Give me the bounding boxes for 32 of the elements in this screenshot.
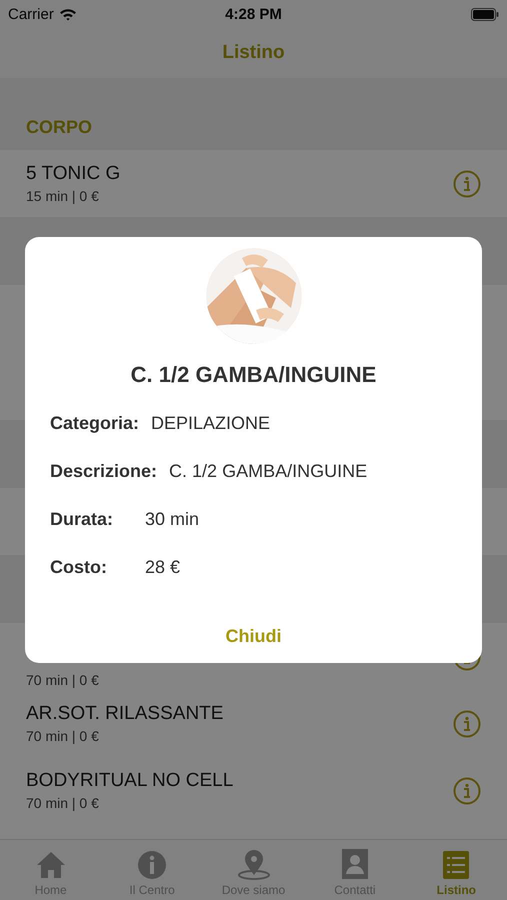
service-details: 15 min | 0 € xyxy=(26,188,100,204)
info-icon[interactable] xyxy=(453,170,481,198)
map-pin-icon xyxy=(236,850,271,880)
info-icon xyxy=(137,850,168,880)
field-label: Descrizione: xyxy=(50,461,158,482)
service-name: AR.SOT. RILASSANTE xyxy=(26,703,224,725)
field-label: Categoria: xyxy=(50,413,140,434)
close-button[interactable]: Chiudi xyxy=(218,624,290,649)
field-label: Durata: xyxy=(50,509,114,530)
service-name: BODYRITUAL NO CELL xyxy=(26,770,234,792)
service-details: 70 min | 0 € xyxy=(26,728,100,744)
status-time: 4:28 PM xyxy=(225,6,282,22)
service-details: 70 min | 0 € xyxy=(26,795,100,811)
field-label: Costo: xyxy=(50,557,108,578)
dialog-title: C. 1/2 GAMBA/INGUINE xyxy=(130,362,376,388)
field-value: DEPILAZIONE xyxy=(151,413,270,434)
info-icon[interactable] xyxy=(453,776,481,804)
info-icon[interactable] xyxy=(453,710,481,738)
field-value: C. 1/2 GAMBA/INGUINE xyxy=(169,461,368,482)
wifi-icon xyxy=(58,8,77,20)
nav-title: Listino xyxy=(222,42,285,64)
field-value: 28 € xyxy=(145,557,180,578)
field-value: 30 min xyxy=(145,509,200,530)
house-icon xyxy=(36,850,66,880)
service-name: 5 TONIC G xyxy=(26,163,120,185)
tab[interactable]: Listino xyxy=(406,840,507,900)
contact-card-icon xyxy=(340,848,369,880)
battery-icon xyxy=(471,8,499,20)
section-header: CORPO xyxy=(26,117,92,138)
list-icon xyxy=(442,850,470,880)
service-details: 70 min | 0 € xyxy=(26,672,99,688)
carrier-label: Carrier xyxy=(8,6,54,22)
